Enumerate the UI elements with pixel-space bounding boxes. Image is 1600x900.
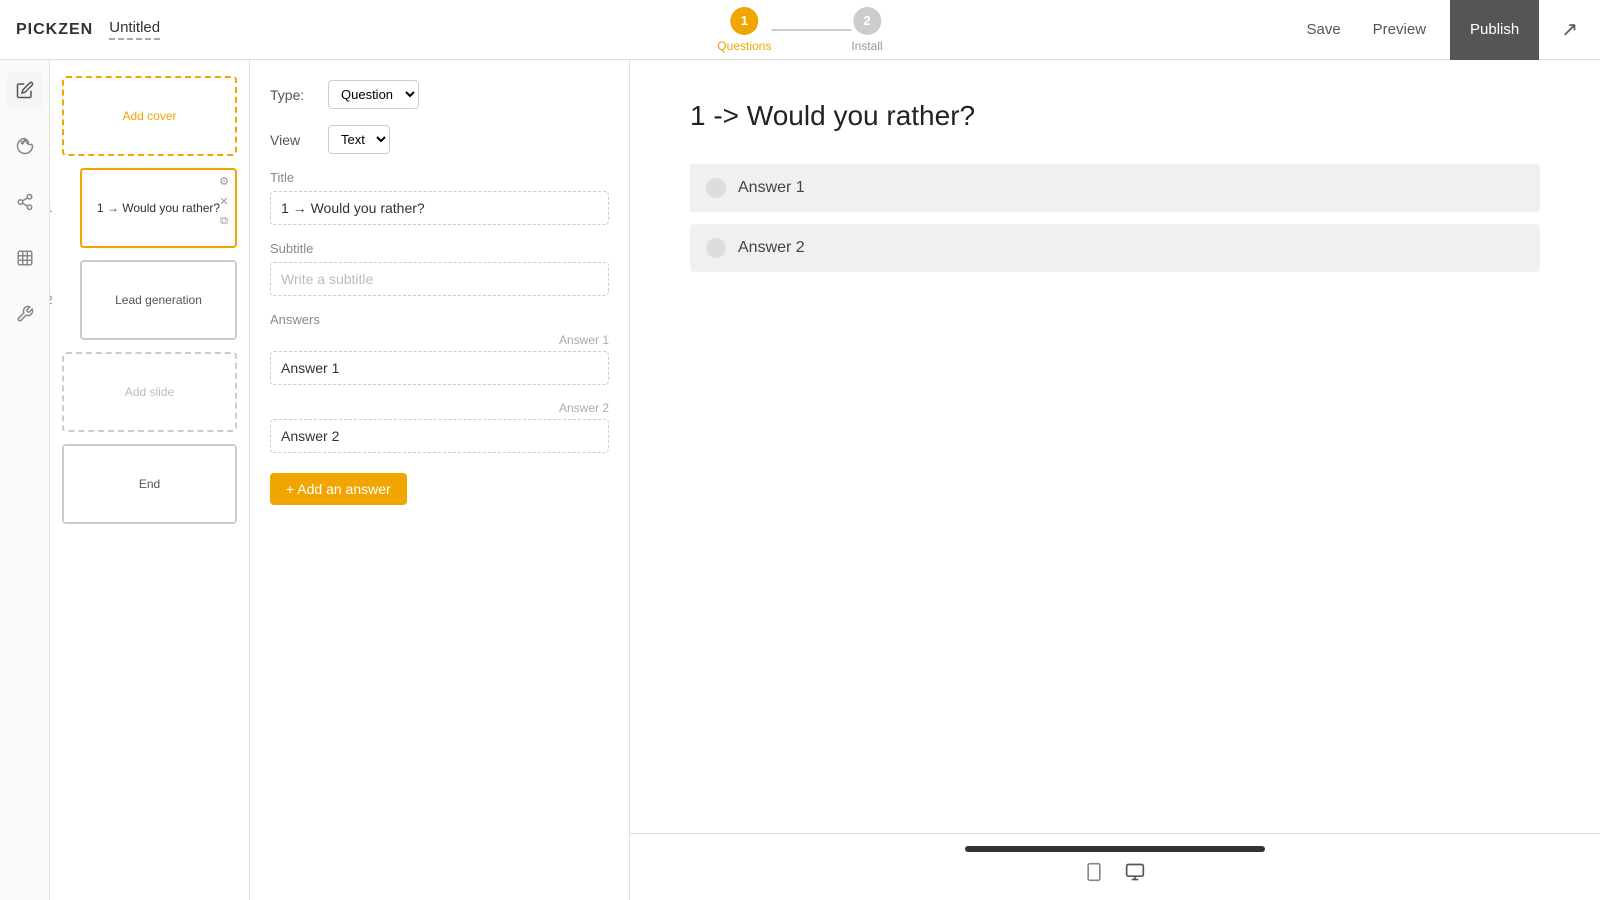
- publish-button[interactable]: Publish: [1450, 0, 1539, 60]
- step-2-circle: 2: [853, 7, 881, 35]
- add-answer-button[interactable]: + Add an answer: [270, 473, 407, 505]
- answers-section: Answers Answer 1 Answer 2 + Add an answe…: [270, 312, 609, 505]
- step-2-install[interactable]: 2 Install: [851, 7, 882, 53]
- slide-2-card: Lead generation: [80, 260, 237, 340]
- steps-nav: 1 Questions 2 Install: [717, 7, 882, 53]
- device-icons: [1084, 862, 1146, 888]
- slide-2[interactable]: 2 Lead generation: [62, 260, 237, 340]
- preview-radio-2: [706, 238, 726, 258]
- answers-label: Answers: [270, 312, 609, 327]
- preview-answer-2-text: Answer 2: [738, 239, 805, 257]
- slide-1-label: 1 → Would you rather?: [97, 200, 220, 217]
- type-label: Type:: [270, 87, 320, 103]
- header-actions: Save Preview Publish ↗: [1298, 0, 1584, 60]
- nav-theme[interactable]: [7, 128, 43, 164]
- add-slide[interactable]: Add slide: [62, 352, 237, 432]
- view-select[interactable]: Text: [328, 125, 390, 154]
- mobile-icon[interactable]: [1084, 862, 1104, 888]
- view-label: View: [270, 132, 320, 148]
- add-cover-slide[interactable]: Add cover: [62, 76, 237, 156]
- save-button[interactable]: Save: [1298, 15, 1348, 44]
- preview-radio-1: [706, 178, 726, 198]
- slide-2-number: 2: [50, 293, 53, 307]
- view-row: View Text: [270, 125, 609, 154]
- main-layout: Add cover 1 1 → Would you rather? ⚙ ✕ ⧉ …: [0, 60, 1600, 900]
- subtitle-input[interactable]: [270, 262, 609, 296]
- answer-2-wrap: Answer 2: [270, 401, 609, 453]
- add-slide-label: Add slide: [125, 384, 174, 401]
- add-cover-card: Add cover: [62, 76, 237, 156]
- type-select[interactable]: Question: [328, 80, 419, 109]
- preview-answer-2[interactable]: Answer 2: [690, 224, 1540, 272]
- step-1-questions[interactable]: 1 Questions: [717, 7, 771, 53]
- preview-button[interactable]: Preview: [1365, 15, 1434, 44]
- answer-2-input[interactable]: [270, 419, 609, 453]
- answer-1-wrap: Answer 1: [270, 333, 609, 385]
- end-slide-label: End: [139, 476, 160, 493]
- add-slide-card: Add slide: [62, 352, 237, 432]
- preview-answer-1[interactable]: Answer 1: [690, 164, 1540, 212]
- export-button[interactable]: ↗: [1555, 11, 1584, 48]
- icon-nav: [0, 60, 50, 900]
- slide-1-number: 1: [50, 201, 53, 215]
- title-section-label: Title: [270, 170, 609, 185]
- header: PICKZEN Untitled 1 Questions 2 Install S…: [0, 0, 1600, 60]
- nav-table[interactable]: [7, 240, 43, 276]
- preview-question-title: 1 -> Would you rather?: [690, 100, 1540, 132]
- slides-panel: Add cover 1 1 → Would you rather? ⚙ ✕ ⧉ …: [50, 60, 250, 900]
- subtitle-section-label: Subtitle: [270, 241, 609, 256]
- slide-2-label: Lead generation: [115, 292, 202, 309]
- preview-panel: 1 -> Would you rather? Answer 1 Answer 2: [630, 60, 1600, 900]
- nav-edit[interactable]: [7, 72, 43, 108]
- slide-1-copy-btn[interactable]: ⧉: [215, 212, 233, 230]
- nav-share[interactable]: [7, 184, 43, 220]
- preview-answer-1-text: Answer 1: [738, 179, 805, 197]
- step-connector: [771, 29, 851, 31]
- answer-1-input[interactable]: [270, 351, 609, 385]
- end-slide[interactable]: End: [62, 444, 237, 524]
- type-row: Type: Question: [270, 80, 609, 109]
- preview-progress-bar: [965, 846, 1265, 852]
- answer-2-label: Answer 2: [270, 401, 609, 415]
- slide-1[interactable]: 1 1 → Would you rather? ⚙ ✕ ⧉: [62, 168, 237, 248]
- editor-panel: Type: Question View Text Title Subtitle …: [250, 60, 630, 900]
- title-input[interactable]: [270, 191, 609, 225]
- document-title[interactable]: Untitled: [109, 19, 160, 40]
- preview-footer: [630, 833, 1600, 900]
- preview-content: 1 -> Would you rather? Answer 1 Answer 2: [630, 60, 1600, 833]
- end-slide-card: End: [62, 444, 237, 524]
- logo: PICKZEN: [16, 21, 93, 39]
- step-1-label: Questions: [717, 39, 771, 53]
- slide-1-actions: ⚙ ✕ ⧉: [215, 172, 233, 230]
- slide-1-close-btn[interactable]: ✕: [215, 192, 233, 210]
- step-2-label: Install: [851, 39, 882, 53]
- slide-1-settings-btn[interactable]: ⚙: [215, 172, 233, 190]
- answer-1-label: Answer 1: [270, 333, 609, 347]
- slide-1-card: 1 → Would you rather?: [80, 168, 237, 248]
- desktop-icon[interactable]: [1124, 862, 1146, 888]
- nav-settings[interactable]: [7, 296, 43, 332]
- add-cover-label: Add cover: [122, 108, 176, 125]
- step-1-circle: 1: [730, 7, 758, 35]
